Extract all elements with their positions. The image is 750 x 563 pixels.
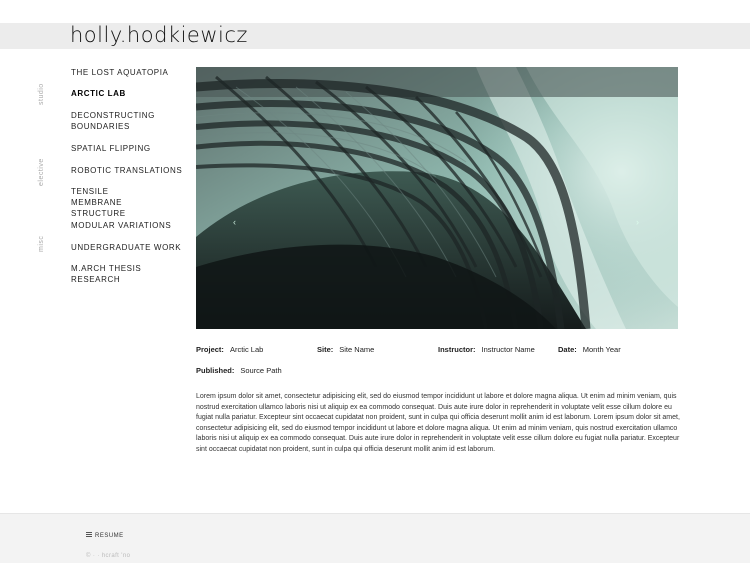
section-label-misc: misc [38,235,45,252]
nav-item-undergraduate-work[interactable]: UNDERGRADUATE WORK [71,242,191,253]
section-label-studio: studio [38,83,45,105]
section-label-elective: elective [38,158,45,186]
project-value: Arctic Lab [229,345,264,354]
site-title[interactable]: holly.hodkiewicz [70,22,248,48]
previous-image-arrow-icon[interactable]: ‹ [233,217,236,227]
project-label: Project: [196,345,224,354]
nav-item-modular-variations[interactable]: MODULAR VARIATIONS [71,220,191,231]
footer-note: © · · hcraft 'no [86,553,131,559]
nav-item-tensile-membrane[interactable]: TENSILE MEMBRANE STRUCTURE [71,186,161,219]
nav-item-spatial-flipping[interactable]: SPATIAL FLIPPING [71,143,191,154]
project-hero-image[interactable]: ‹ › [196,67,678,329]
menu-icon [86,532,92,537]
site-value: Site Name [339,345,375,354]
nav-item-lost-aquatopia[interactable]: THE LOST AQUATOPIA [71,67,191,78]
instructor-value: Instructor Name [481,345,535,354]
arctic-lab-rendering [196,67,678,329]
nav-item-arctic-lab[interactable]: ARCTIC LAB [71,88,191,99]
project-field: Project: Arctic Lab [196,345,263,354]
nav-item-march-thesis[interactable]: M.ARCH THESIS RESEARCH [71,263,161,285]
published-value: Source Path [240,366,282,375]
project-description: Lorem ipsum dolor sit amet, consectetur … [196,393,680,453]
nav-item-deconstructing-boundaries[interactable]: DECONSTRUCTING BOUNDARIES [71,110,161,132]
published-field: Published: Source Path [196,366,282,375]
published-label: Published: [196,366,235,375]
resume-link[interactable]: RESUME [86,532,124,539]
date-value: Month Year [582,345,621,354]
next-image-arrow-icon[interactable]: › [636,217,639,227]
site-label: Site: [317,345,334,354]
instructor-label: Instructor: [438,345,476,354]
date-field: Date: Month Year [558,345,621,354]
site-field: Site: Site Name [317,345,374,354]
nav-item-robotic-translations[interactable]: ROBOTIC TRANSLATIONS [71,165,191,176]
date-label: Date: [558,345,577,354]
instructor-field: Instructor: Instructor Name [438,345,535,354]
resume-label: RESUME [95,533,124,539]
